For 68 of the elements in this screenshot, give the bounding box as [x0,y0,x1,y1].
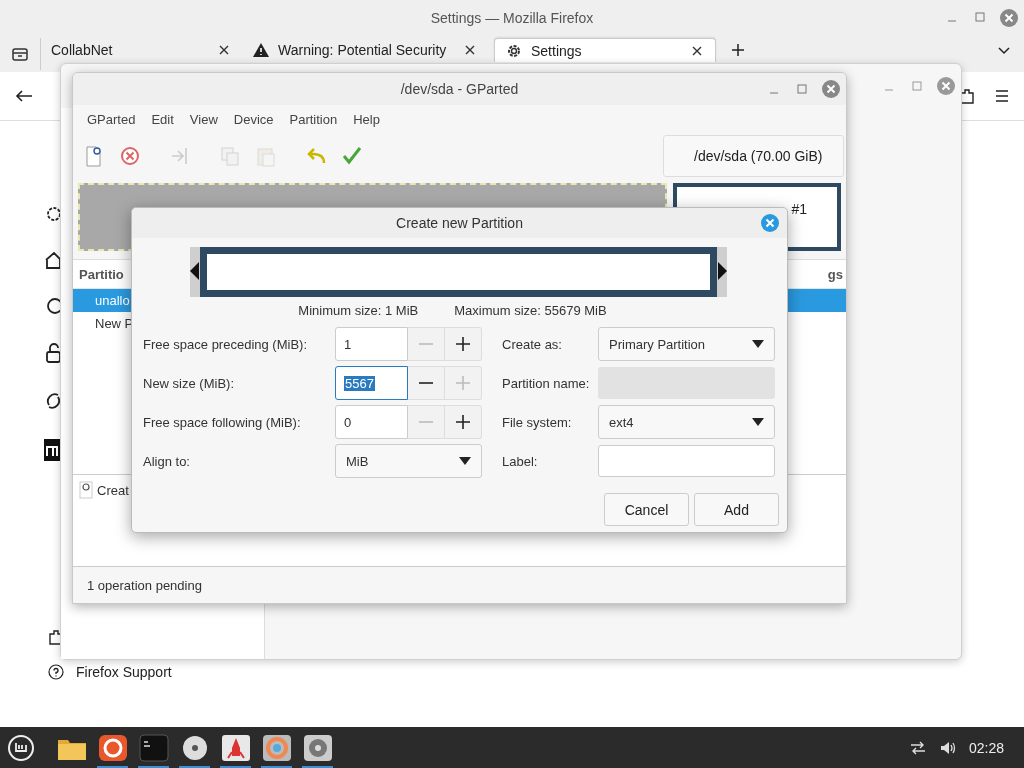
browser-tab[interactable]: Warning: Potential Security [242,38,488,62]
gear-icon[interactable] [44,205,60,223]
home-icon[interactable] [44,251,60,269]
menu-item[interactable]: GParted [81,111,142,127]
text-field[interactable] [598,445,775,477]
app-logo-icon[interactable] [44,439,60,461]
field-label: Align to: [143,453,191,469]
check-icon[interactable] [341,145,363,167]
menu-logo-icon[interactable] [8,734,34,761]
menu-item[interactable]: Edit [145,111,180,127]
dropdown-arrow-icon [459,457,471,465]
field-label: New size (MiB): [143,375,235,391]
menu-icon[interactable] [994,89,1010,103]
color-ring-icon [261,733,292,762]
dialog-title: Create new Partition [396,215,523,231]
field-label: File system: [502,414,573,430]
partition-label: #1 [791,201,807,219]
status-text: 1 operation pending [87,577,202,593]
size-info: Minimum size: 1 MiB [298,303,419,318]
operation-item: Creat [97,482,129,498]
dropdown-arrow-icon [752,340,764,348]
delete-icon[interactable] [119,145,141,167]
menu-item[interactable]: View [183,111,224,127]
window-title: /dev/sda - GParted [400,81,519,97]
dropdown[interactable]: Primary Partition [598,327,775,361]
number-field[interactable]: 1 [335,327,408,361]
browser-tab[interactable]: CollabNet [41,38,242,62]
window-title: Settings — Mozilla Firefox [430,9,594,26]
browser-tab[interactable]: Settings [494,38,716,62]
field-label: Free space preceding (MiB): [143,336,308,352]
dropdown[interactable]: MiB [335,444,482,478]
menu-item[interactable]: Help [347,111,386,127]
warning-icon [252,42,270,58]
number-field[interactable]: 0 [335,405,408,439]
browser-icon [97,733,128,762]
field-label: Create as: [502,336,563,352]
dropdown-arrow-icon [752,418,764,426]
dialog-button[interactable]: Add [694,493,779,526]
size-info: Maximum size: 55679 MiB [454,303,607,318]
puzzle-icon[interactable] [960,88,974,104]
field-label: Free space following (MiB): [143,414,302,430]
network-icon[interactable] [908,739,927,756]
plus-icon[interactable] [456,337,470,351]
volume-icon[interactable] [938,739,957,756]
number-field[interactable]: 5567 [335,366,408,400]
plus-icon[interactable] [456,415,470,429]
disk-utility-icon [302,733,333,762]
partition-size-bar[interactable] [190,247,727,297]
dialog-button[interactable]: Cancel [604,493,689,526]
device-dropdown[interactable]: /dev/sda (70.00 GiB) [663,135,844,177]
new-tab-icon[interactable] [730,42,746,58]
create-icon [79,481,93,499]
sync-icon[interactable] [44,391,60,411]
menu-item[interactable]: Partition [283,111,344,127]
rocket-icon [220,733,251,762]
dropdown[interactable]: ext4 [598,405,775,439]
terminal-icon [138,733,169,762]
back-icon[interactable] [14,88,34,104]
field-label: Label: [502,453,539,469]
menu-item[interactable]: Device [227,111,280,127]
help-icon [48,664,64,680]
clock[interactable]: 02:28 [968,739,1004,756]
column-header: gs [827,266,843,282]
tab-list-icon[interactable] [11,46,29,62]
support-link[interactable]: Firefox Support [76,664,172,680]
lock-icon[interactable] [44,343,60,363]
field-label: Partition name: [502,375,591,391]
column-header: Partitio [79,266,124,282]
